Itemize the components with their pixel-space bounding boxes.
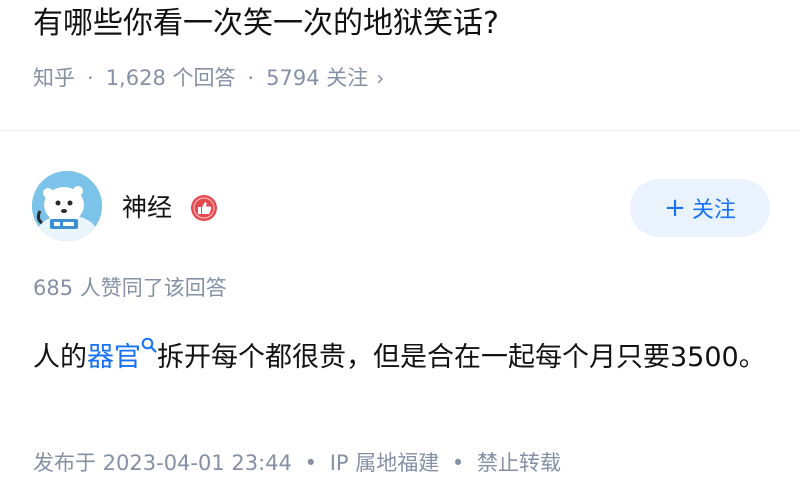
question-title[interactable]: 有哪些你看一次笑一次的地狱笑话? xyxy=(33,2,499,46)
avatar[interactable] xyxy=(32,171,102,241)
plus-icon: + xyxy=(664,193,686,223)
polar-bear-avatar-icon xyxy=(32,171,102,241)
question-meta: 知乎 · 1,628 个回答 · 5794 关注 › xyxy=(33,62,384,94)
likes-count[interactable]: 685 人赞同了该回答 xyxy=(33,272,227,304)
ip-location: IP 属地福建 xyxy=(329,451,440,475)
answer-text: 人的 xyxy=(33,342,87,373)
answer-text: 拆开每个都很贵，但是合在一起每个月只要3500。 xyxy=(157,342,766,373)
author-name[interactable]: 神经 xyxy=(122,190,172,226)
meta-separator: · xyxy=(247,66,255,90)
meta-separator: · xyxy=(87,66,94,90)
divider xyxy=(0,130,800,131)
answers-count[interactable]: 1,628 个回答 xyxy=(106,62,236,94)
follow-button[interactable]: + 关注 xyxy=(630,179,770,237)
answer-content: 人的器官 拆开每个都很贵，但是合在一起每个月只要3500。 xyxy=(33,333,783,383)
meta-separator: • xyxy=(304,451,317,475)
search-icon[interactable] xyxy=(141,337,157,353)
keyword-link[interactable]: 器官 xyxy=(87,342,141,373)
follow-count[interactable]: 5794 关注 xyxy=(266,62,368,94)
post-meta: 发布于 2023-04-01 23:44 • IP 属地福建 • 禁止转载 xyxy=(33,447,561,479)
badge-icon xyxy=(191,195,217,221)
follow-button-label: 关注 xyxy=(691,198,736,223)
published-time: 发布于 2023-04-01 23:44 xyxy=(33,451,292,475)
source-label[interactable]: 知乎 xyxy=(33,62,75,94)
chevron-right-icon[interactable]: › xyxy=(376,62,384,94)
meta-separator: • xyxy=(451,451,465,475)
copyright-notice: 禁止转载 xyxy=(477,451,561,475)
